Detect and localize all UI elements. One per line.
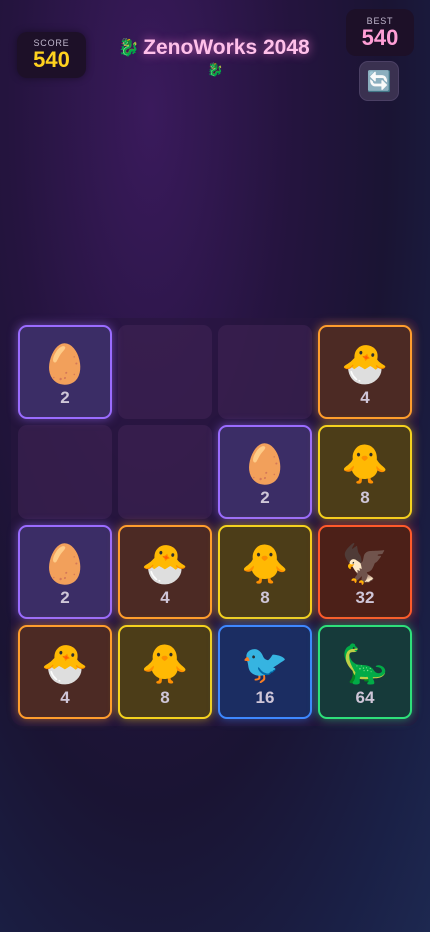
tile-value: 2	[60, 388, 70, 407]
empty-cell	[118, 425, 212, 519]
tile-emoji-icon: 🐦	[241, 642, 289, 686]
score-value: 540	[33, 47, 70, 72]
dragon-icon: 🐉	[118, 38, 140, 58]
tile-8: 🐥 8	[218, 525, 312, 619]
tile-64: 🦕 64	[318, 625, 412, 719]
tile-value: 4	[160, 588, 170, 607]
tile-4: 🐣 4	[318, 325, 412, 419]
tile-emoji-icon: 🦕	[341, 642, 389, 686]
tile-emoji-icon: 🐣	[341, 342, 389, 386]
tile-value: 8	[360, 488, 370, 507]
tile-4: 🐣 4	[118, 525, 212, 619]
best-value: 540	[361, 24, 399, 50]
game-title-text: ZenoWorks 2048	[143, 36, 310, 59]
restart-button[interactable]: 🔄	[359, 61, 399, 101]
empty-cell	[118, 325, 212, 419]
tile-emoji-icon: 🐥	[241, 542, 289, 586]
tile-value: 64	[355, 688, 375, 707]
tile-2: 🥚 2	[218, 425, 312, 519]
dragon-icon: 🐉	[207, 63, 224, 78]
tile-emoji-icon: 🥚	[41, 342, 89, 386]
game-title: 🐉 ZenoWorks 2048	[118, 34, 310, 62]
empty-cell	[218, 325, 312, 419]
game-board[interactable]: 🥚 2 🐣 4 🥚 2 🐥 8 🥚 2 🐣 4 🐥 8 🦅 32 🐣 4 🐥 8 🐦 16 🦕 64	[11, 318, 419, 726]
tile-8: 🐥 8	[118, 625, 212, 719]
tile-2: 🥚 2	[18, 525, 112, 619]
tile-8: 🐥 8	[318, 425, 412, 519]
tile-16: 🐦 16	[218, 625, 312, 719]
tile-4: 🐣 4	[18, 625, 112, 719]
best-score-box: BEST 540	[346, 9, 414, 56]
empty-cell	[18, 425, 112, 519]
best-label: BEST	[366, 15, 394, 26]
tile-value: 16	[255, 688, 275, 707]
tile-emoji-icon: 🥚	[241, 442, 289, 486]
tile-emoji-icon: 🐥	[141, 642, 189, 686]
score-box: SCORE 540	[17, 32, 86, 78]
tile-emoji-icon: 🥚	[41, 542, 89, 586]
game-header: SCORE 540 🐉 ZenoWorks 2048 🐉 BEST 540 🔄	[0, 0, 430, 110]
tile-value: 4	[60, 688, 70, 707]
tile-value: 8	[260, 588, 270, 607]
tile-32: 🦅 32	[318, 525, 412, 619]
tile-value: 8	[160, 688, 170, 707]
restart-icon: 🔄	[366, 69, 392, 93]
tile-emoji-icon: 🐥	[341, 442, 389, 486]
tile-emoji-icon: 🦅	[341, 542, 389, 586]
tile-value: 32	[355, 588, 375, 607]
tile-value: 2	[260, 488, 270, 507]
tile-value: 2	[60, 588, 70, 607]
tile-emoji-icon: 🐣	[41, 642, 89, 686]
tile-emoji-icon: 🐣	[141, 542, 189, 586]
tile-2: 🥚 2	[18, 325, 112, 419]
tile-value: 4	[360, 388, 370, 407]
